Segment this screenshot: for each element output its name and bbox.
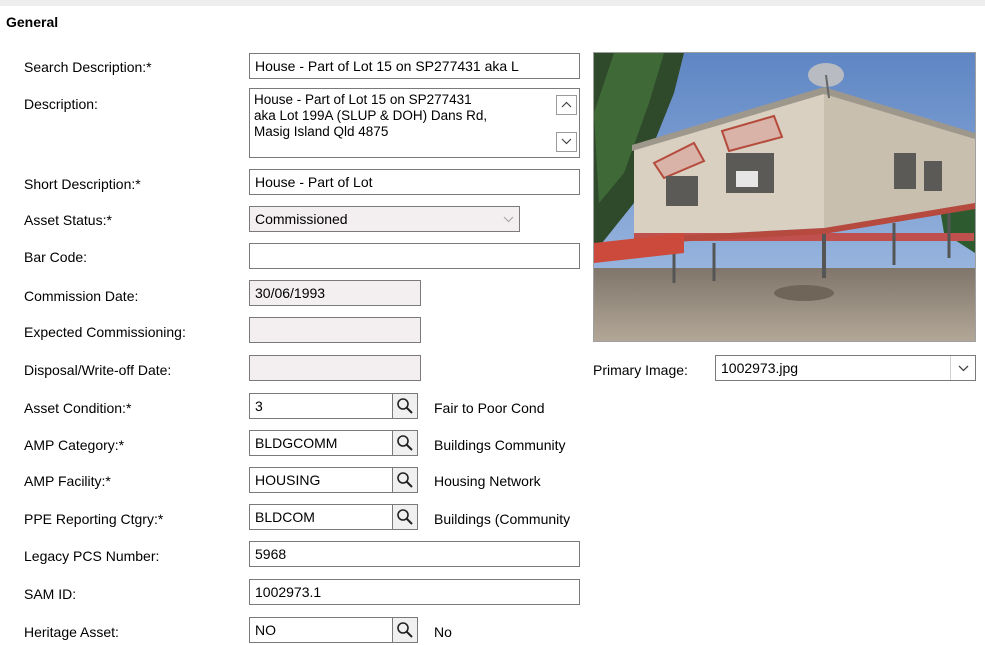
- top-strip: [0, 0, 985, 6]
- magnifier-icon: [397, 472, 413, 488]
- short-description-label: Short Description:*: [24, 176, 141, 192]
- amp-facility-label: AMP Facility:*: [24, 473, 111, 489]
- magnifier-icon: [397, 398, 413, 414]
- asset-photo-image: [594, 53, 975, 341]
- disposal-date-field[interactable]: [249, 355, 421, 381]
- short-description-field[interactable]: House - Part of Lot: [249, 169, 580, 195]
- amp-facility-field[interactable]: HOUSING: [249, 467, 394, 493]
- ppe-reporting-label: PPE Reporting Ctgry:*: [24, 511, 164, 527]
- scroll-up-button[interactable]: [556, 95, 577, 115]
- chevron-down-icon: [503, 216, 513, 223]
- commission-date-label: Commission Date:: [24, 288, 139, 304]
- description-text: House - Part of Lot 15 on SP277431 aka L…: [254, 92, 488, 139]
- asset-condition-field[interactable]: 3: [249, 393, 394, 419]
- search-description-field[interactable]: House - Part of Lot 15 on SP277431 aka L: [249, 53, 580, 79]
- asset-condition-description: Fair to Poor Cond: [434, 400, 545, 416]
- primary-image-label: Primary Image:: [593, 362, 688, 378]
- asset-photo: [593, 52, 976, 342]
- description-scrollbar[interactable]: [556, 90, 578, 156]
- ppe-reporting-field[interactable]: BLDCOM: [249, 504, 394, 530]
- primary-image-combo[interactable]: 1002973.jpg: [715, 355, 976, 381]
- sam-id-field[interactable]: 1002973.1: [249, 579, 580, 605]
- amp-category-label: AMP Category:*: [24, 437, 125, 453]
- asset-status-label: Asset Status:*: [24, 212, 112, 228]
- search-description-label: Search Description:*: [24, 59, 152, 75]
- description-label: Description:: [24, 96, 98, 112]
- heritage-asset-label: Heritage Asset:: [24, 624, 119, 640]
- disposal-date-label: Disposal/Write-off Date:: [24, 362, 172, 378]
- amp-category-lookup-button[interactable]: [392, 430, 418, 456]
- primary-image-value: 1002973.jpg: [721, 360, 799, 376]
- primary-image-dropdown-button[interactable]: [950, 356, 975, 380]
- legacy-pcs-label: Legacy PCS Number:: [24, 548, 160, 564]
- magnifier-icon: [397, 435, 413, 451]
- expected-commissioning-label: Expected Commissioning:: [24, 324, 186, 340]
- magnifier-icon: [397, 509, 413, 525]
- chevron-down-icon: [561, 138, 572, 145]
- legacy-pcs-field[interactable]: 5968: [249, 541, 580, 567]
- chevron-up-icon: [561, 101, 572, 108]
- sam-id-label: SAM ID:: [24, 586, 77, 602]
- amp-facility-description: Housing Network: [434, 473, 541, 489]
- ppe-reporting-description: Buildings (Community: [434, 511, 571, 527]
- heritage-asset-description: No: [434, 624, 452, 640]
- amp-category-description: Buildings Community: [434, 437, 566, 453]
- description-textarea[interactable]: House - Part of Lot 15 on SP277431 aka L…: [249, 88, 580, 158]
- magnifier-icon: [397, 622, 413, 638]
- asset-condition-label: Asset Condition:*: [24, 400, 132, 416]
- ppe-reporting-lookup-button[interactable]: [392, 504, 418, 530]
- section-title: General: [6, 14, 59, 30]
- commission-date-field[interactable]: 30/06/1993: [249, 280, 421, 306]
- asset-status-value: Commissioned: [255, 211, 348, 227]
- expected-commissioning-field[interactable]: [249, 317, 421, 343]
- asset-status-combo[interactable]: Commissioned: [249, 206, 520, 232]
- asset-condition-lookup-button[interactable]: [392, 393, 418, 419]
- bar-code-field[interactable]: [249, 243, 580, 269]
- chevron-down-icon: [958, 365, 968, 372]
- amp-facility-lookup-button[interactable]: [392, 467, 418, 493]
- heritage-asset-field[interactable]: NO: [249, 617, 394, 643]
- heritage-asset-lookup-button[interactable]: [392, 617, 418, 643]
- amp-category-field[interactable]: BLDGCOMM: [249, 430, 394, 456]
- bar-code-label: Bar Code:: [24, 249, 88, 265]
- asset-status-dropdown-button[interactable]: [497, 207, 519, 231]
- scroll-down-button[interactable]: [556, 132, 577, 152]
